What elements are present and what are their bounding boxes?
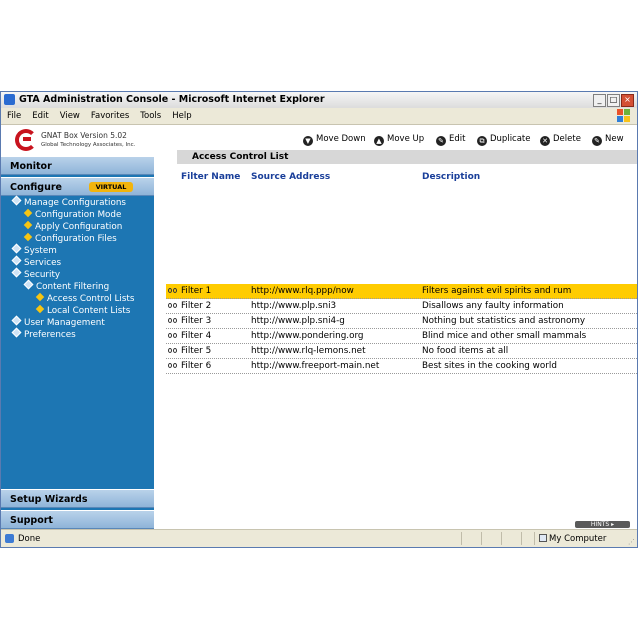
move-down-button[interactable]: ▼ Move Down — [303, 134, 366, 146]
col-filter-name[interactable]: Filter Name — [181, 172, 240, 182]
company-name: Global Technology Associates, Inc. — [41, 142, 136, 148]
tree-item-system[interactable]: System — [1, 243, 154, 257]
configure-label: Configure — [10, 182, 62, 193]
action-toolbar: ▼ Move Down ▲ Move Up ✎ Edit ⧉ Duplicate ✕ De… — [154, 125, 637, 149]
diamond-icon — [35, 292, 45, 302]
arrow-down-icon: ▼ — [303, 136, 313, 146]
tree-item-manage-configurations[interactable]: Manage Configurations — [1, 195, 154, 209]
tree-item-services[interactable]: Services — [1, 255, 154, 269]
page-done-icon — [5, 534, 14, 543]
table-row[interactable]: Filter 4 http://www.pondering.org Blind … — [166, 329, 637, 344]
browser-window: GTA Administration Console - Microsoft I… — [0, 91, 638, 548]
diamond-icon — [11, 267, 22, 278]
virtual-badge: VIRTUAL — [89, 182, 133, 192]
diamond-icon — [11, 195, 22, 206]
tree-item-configuration-files[interactable]: Configuration Files — [1, 232, 154, 245]
pencil-icon: ✎ — [436, 136, 446, 146]
product-version: GNAT Box Version 5.02 — [41, 131, 127, 140]
maximize-icon[interactable]: □ — [607, 94, 620, 107]
diamond-icon — [11, 327, 22, 338]
tree-item-preferences[interactable]: Preferences — [1, 327, 154, 341]
resize-grip-icon[interactable]: ⋰ — [628, 538, 635, 546]
monitor-section[interactable]: Monitor — [1, 156, 154, 175]
support-section[interactable]: Support — [1, 510, 154, 529]
table-row[interactable]: Filter 6 http://www.freeport-main.net Be… — [166, 359, 637, 374]
binoculars-icon — [168, 332, 177, 339]
window-title: GTA Administration Console - Microsoft I… — [19, 94, 325, 105]
duplicate-icon: ⧉ — [477, 136, 487, 146]
arrow-up-icon: ▲ — [374, 136, 384, 146]
gta-logo: GNAT Box Version 5.02 Global Technology … — [1, 125, 154, 157]
binoculars-icon — [168, 347, 177, 354]
delete-x-icon: ✕ — [540, 136, 550, 146]
binoculars-icon — [168, 287, 177, 294]
diamond-icon — [23, 279, 34, 290]
tree-item-local-content-lists[interactable]: Local Content Lists — [1, 304, 154, 317]
col-source-address[interactable]: Source Address — [251, 172, 330, 182]
table-row[interactable]: Filter 3 http://www.plp.sni4-g Nothing b… — [166, 314, 637, 329]
ie-icon — [4, 94, 15, 105]
diamond-icon — [11, 315, 22, 326]
col-description[interactable]: Description — [422, 172, 480, 182]
page-content: GNAT Box Version 5.02 Global Technology … — [1, 125, 637, 529]
table-row[interactable]: Filter 2 http://www.plp.sni3 Disallows a… — [166, 299, 637, 314]
menu-favorites[interactable]: Favorites — [85, 108, 134, 121]
filter-rows: Filter 1 http://www.rlq.ppp/now Filters … — [166, 284, 637, 374]
diamond-icon — [23, 232, 33, 242]
table-row[interactable]: Filter 5 http://www.rlq-lemons.net No fo… — [166, 344, 637, 359]
title-bar: GTA Administration Console - Microsoft I… — [1, 92, 637, 109]
tree-item-configuration-mode[interactable]: Configuration Mode — [1, 208, 154, 221]
new-pencil-icon: ✎ — [592, 136, 602, 146]
binoculars-icon — [168, 317, 177, 324]
close-icon[interactable]: × — [621, 94, 634, 107]
move-up-button[interactable]: ▲ Move Up — [374, 134, 424, 146]
configure-tree: Manage Configurations Configuration Mode… — [1, 195, 154, 341]
new-button[interactable]: ✎ New — [592, 134, 624, 146]
menu-edit[interactable]: Edit — [26, 108, 53, 121]
minimize-icon[interactable]: _ — [593, 94, 606, 107]
table-row[interactable]: Filter 1 http://www.rlq.ppp/now Filters … — [166, 284, 637, 299]
windows-logo-icon — [617, 109, 631, 122]
status-text: Done — [18, 534, 41, 544]
diamond-icon — [35, 304, 45, 314]
binoculars-icon — [168, 302, 177, 309]
menu-file[interactable]: File — [1, 108, 26, 121]
menu-tools[interactable]: Tools — [134, 108, 166, 121]
diamond-icon — [23, 208, 33, 218]
menu-view[interactable]: View — [54, 108, 85, 121]
binoculars-icon — [168, 362, 177, 369]
left-navigation: GNAT Box Version 5.02 Global Technology … — [1, 125, 154, 529]
status-bar: Done My Computer ⋰ — [1, 529, 637, 547]
tree-item-security[interactable]: Security — [1, 267, 154, 281]
diamond-icon — [11, 243, 22, 254]
tree-item-user-management[interactable]: User Management — [1, 315, 154, 329]
tree-item-apply-configuration[interactable]: Apply Configuration — [1, 220, 154, 233]
menu-bar: File Edit View Favorites Tools Help — [1, 108, 637, 125]
duplicate-button[interactable]: ⧉ Duplicate — [477, 134, 531, 146]
tree-item-access-control-lists[interactable]: Access Control Lists — [1, 292, 154, 305]
menu-help[interactable]: Help — [166, 108, 196, 121]
delete-button[interactable]: ✕ Delete — [540, 134, 581, 146]
computer-icon — [539, 534, 547, 542]
edit-button[interactable]: ✎ Edit — [436, 134, 465, 146]
setup-wizards-section[interactable]: Setup Wizards — [1, 489, 154, 508]
diamond-icon — [11, 255, 22, 266]
security-zone: My Computer — [549, 534, 607, 544]
configure-section[interactable]: Configure VIRTUAL — [1, 177, 154, 196]
column-headers: Filter Name Source Address Description — [166, 172, 637, 184]
hints-button[interactable]: HINTS ▸ — [575, 521, 630, 528]
tree-item-content-filtering[interactable]: Content Filtering — [1, 279, 154, 293]
list-title: Access Control List — [177, 150, 637, 164]
arrow-right-icon: ▸ — [609, 521, 615, 528]
diamond-icon — [23, 220, 33, 230]
